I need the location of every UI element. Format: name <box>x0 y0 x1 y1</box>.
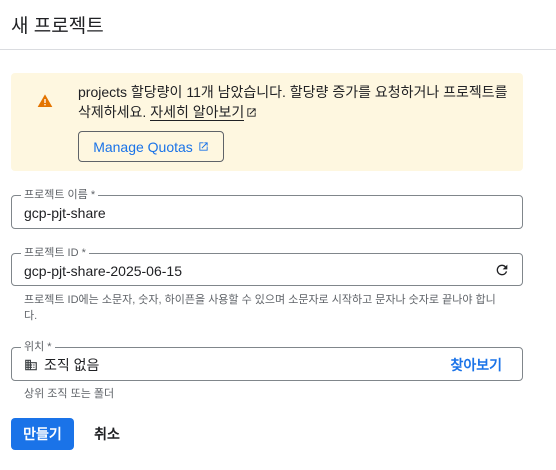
quota-warning-message: projects 할당량이 11개 남았습니다. 할당량 증가를 요청하거나 프… <box>78 84 508 120</box>
project-id-label: 프로젝트 ID * <box>21 246 89 260</box>
cancel-button[interactable]: 취소 <box>84 418 130 450</box>
browse-button[interactable]: 찾아보기 <box>450 356 502 374</box>
manage-quotas-label: Manage Quotas <box>93 138 193 155</box>
project-name-value: gcp-pjt-share <box>24 205 106 221</box>
building-icon <box>25 359 37 371</box>
project-name-field[interactable]: 프로젝트 이름 * gcp-pjt-share <box>11 188 523 229</box>
create-button[interactable]: 만들기 <box>11 418 74 450</box>
external-link-icon <box>247 108 256 117</box>
location-label: 위치 * <box>21 340 55 354</box>
quota-warning-banner: projects 할당량이 11개 남았습니다. 할당량 증가를 요청하거나 프… <box>11 73 523 171</box>
project-name-label: 프로젝트 이름 * <box>21 188 99 202</box>
dialog-header: 새 프로젝트 <box>0 0 556 50</box>
learn-more-link[interactable]: 자세히 알아보기 <box>150 104 245 121</box>
warning-icon <box>37 94 53 107</box>
location-value: 조직 없음 <box>44 357 100 373</box>
project-id-value: gcp-pjt-share-2025-06-15 <box>24 263 182 279</box>
quota-warning-text: projects 할당량이 11개 남았습니다. 할당량 증가를 요청하거나 프… <box>78 82 514 122</box>
learn-more-label: 자세히 알아보기 <box>150 104 245 120</box>
page-title: 새 프로젝트 <box>11 16 104 37</box>
location-field[interactable]: 위치 * 조직 없음 찾아보기 <box>11 340 523 381</box>
manage-quotas-button[interactable]: Manage Quotas <box>78 131 224 162</box>
location-hint: 상위 조직 또는 폴더 <box>24 388 115 400</box>
project-id-field[interactable]: 프로젝트 ID * gcp-pjt-share-2025-06-15 <box>11 246 523 286</box>
refresh-icon[interactable] <box>494 262 510 278</box>
project-id-hint: 프로젝트 ID에는 소문자, 숫자, 하이픈을 사용할 수 있으며 소문자로 시… <box>24 294 496 322</box>
external-link-icon <box>199 142 208 151</box>
